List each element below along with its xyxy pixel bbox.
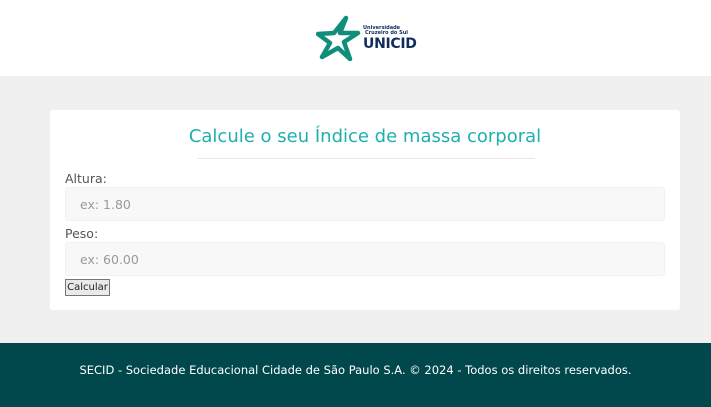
height-label: Altura:: [65, 171, 107, 186]
site-footer: SECID - Sociedade Educacional Cidade de …: [0, 343, 711, 407]
height-input[interactable]: [65, 187, 665, 221]
site-header: Universidade Cruzeiro do Sul UNICID: [0, 0, 711, 76]
unicid-logo[interactable]: Universidade Cruzeiro do Sul UNICID: [316, 15, 417, 61]
logo-wordmark: Universidade Cruzeiro do Sul UNICID: [363, 26, 417, 52]
page-title: Calcule o seu Índice de massa corporal: [188, 126, 542, 147]
weight-input[interactable]: [65, 242, 665, 276]
title-divider: [197, 158, 535, 159]
calculate-button[interactable]: Calcular: [65, 279, 110, 296]
footer-copyright: SECID - Sociedade Educacional Cidade de …: [79, 363, 632, 377]
weight-label: Peso:: [65, 226, 99, 241]
bmi-calculator-card: Calcule o seu Índice de massa corporal A…: [50, 110, 680, 310]
logo-name: UNICID: [363, 36, 417, 52]
star-logo-icon: [316, 15, 361, 61]
